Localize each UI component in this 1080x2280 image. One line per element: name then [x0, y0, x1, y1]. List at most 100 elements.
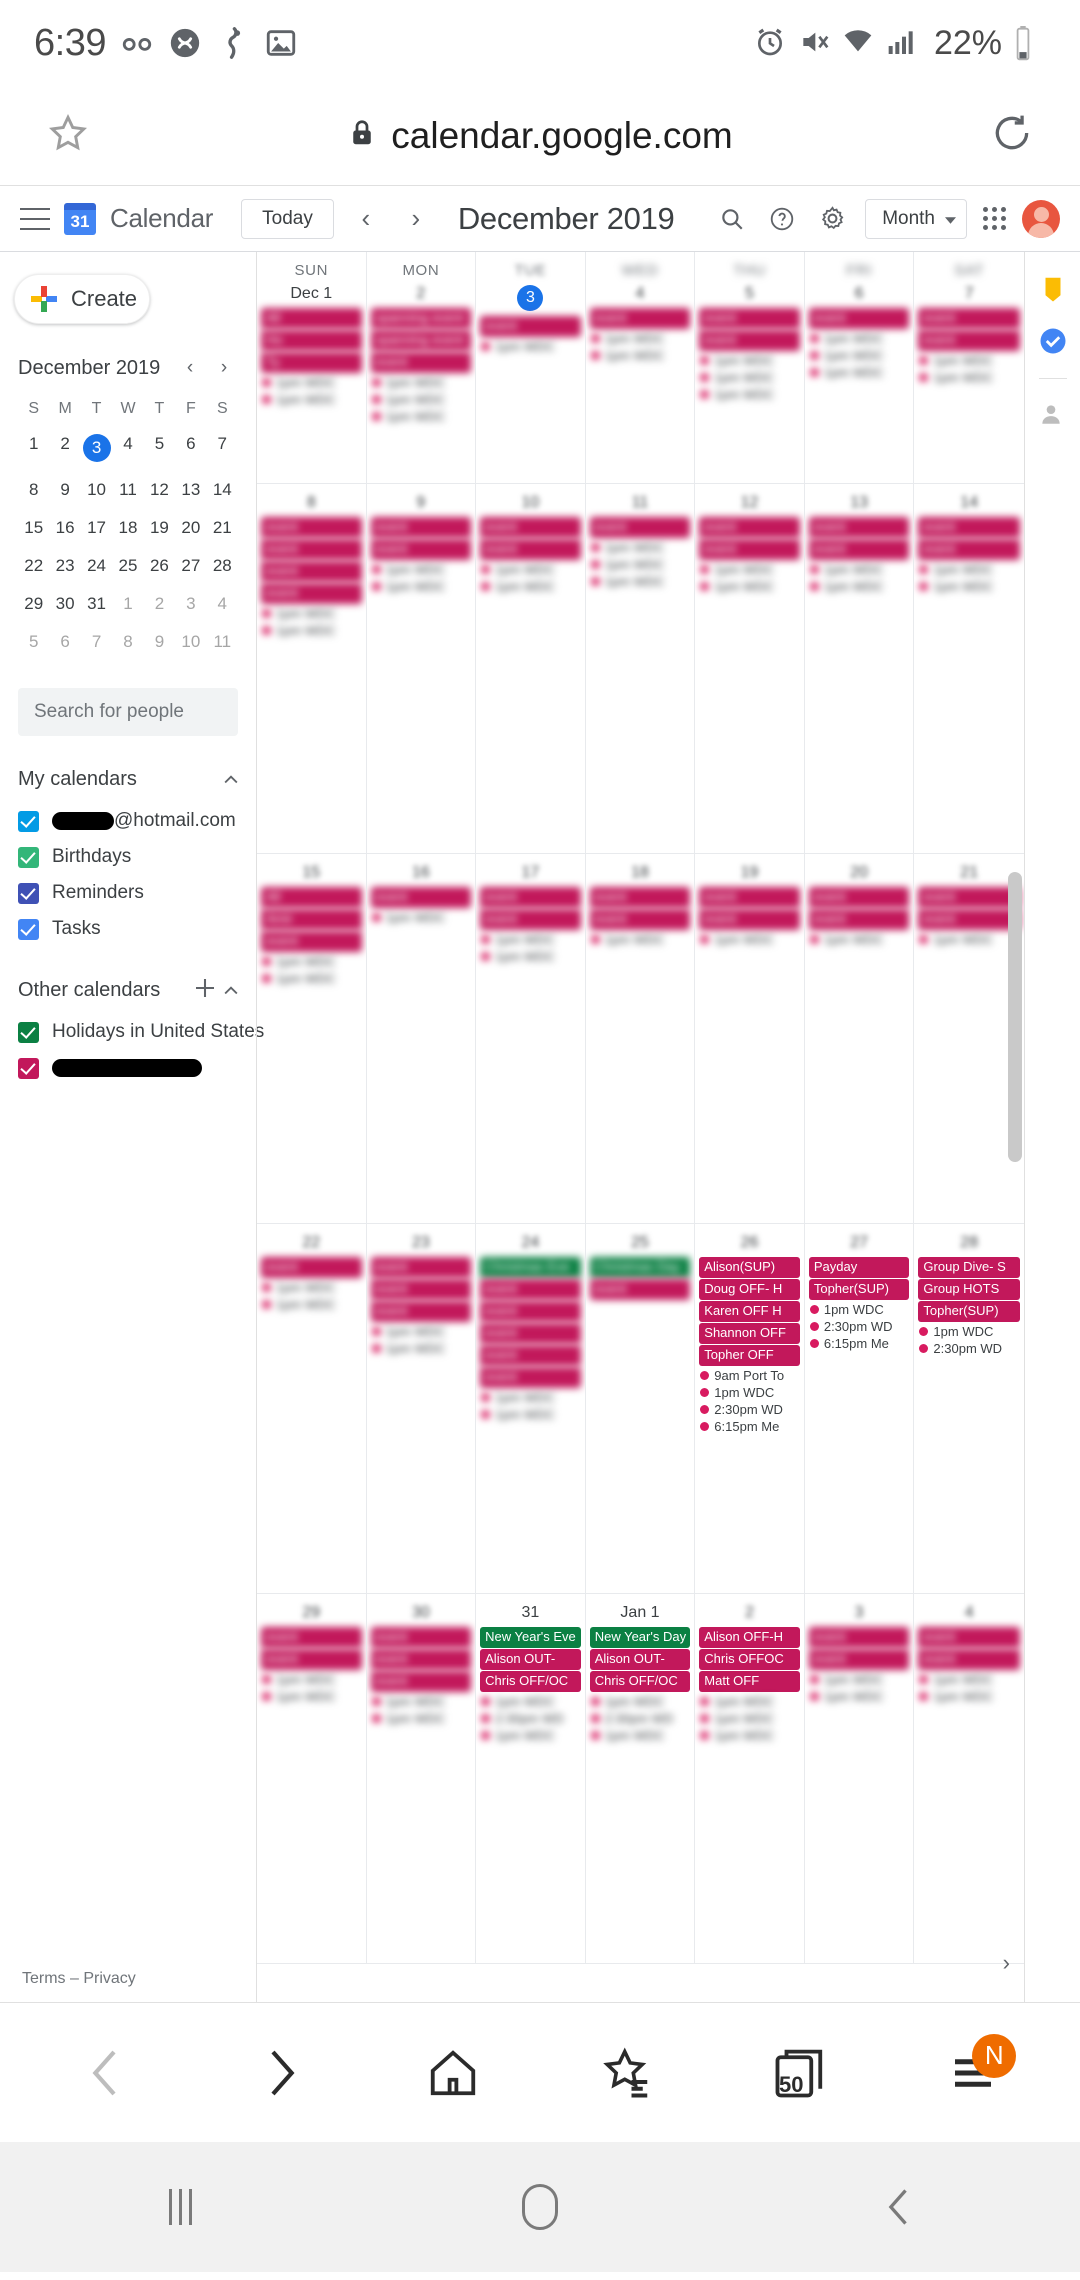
all-day-event[interactable]: event	[480, 517, 581, 538]
day-number[interactable]: 20	[805, 858, 914, 886]
calendar-checkbox[interactable]	[18, 846, 39, 868]
mini-calendar-day[interactable]: 5	[18, 626, 49, 658]
day-number[interactable]: 3	[476, 279, 585, 315]
mini-calendar-day[interactable]: 23	[49, 550, 80, 582]
timed-event[interactable]: 2:30pm WD	[809, 1319, 909, 1334]
address-bar[interactable]: calendar.google.com	[90, 115, 990, 157]
timed-event[interactable]: 2:30pm WD	[700, 1402, 799, 1417]
mini-calendar-day[interactable]: 28	[207, 550, 238, 582]
all-day-event[interactable]: Shannon OFF	[699, 1322, 800, 1344]
timed-event[interactable]: 1pm WDC	[809, 932, 909, 947]
timed-event[interactable]: 1pm WDC	[590, 348, 690, 363]
calendar-day-cell[interactable]: 15 All Amir event 1pm WDC 1pm WDC	[257, 854, 367, 1224]
timed-event[interactable]: 1pm WDC	[809, 1302, 909, 1317]
calendar-day-cell[interactable]: Jan 1 New Year's Day Alison OUT- Chris OFF/…	[585, 1594, 696, 1964]
all-day-event[interactable]: event	[370, 1300, 472, 1322]
gear-icon[interactable]	[815, 202, 849, 236]
timed-event[interactable]: 1pm WDC	[262, 1297, 361, 1312]
calendar-day-cell[interactable]: SAT 7 event event 1pm WDC 1pm WDC	[914, 252, 1024, 484]
today-button[interactable]: Today	[241, 198, 334, 239]
mini-calendar-day[interactable]: 20	[175, 512, 206, 544]
all-day-event[interactable]: event	[589, 308, 691, 329]
mini-calendar-day[interactable]: 10	[175, 626, 206, 658]
browser-menu-button[interactable]: N	[928, 2028, 1018, 2118]
timed-event[interactable]: 1pm WDC	[481, 1390, 580, 1405]
timed-event[interactable]: 1pm WDC	[481, 949, 580, 964]
timed-event[interactable]: 1pm WDC	[700, 370, 799, 385]
all-day-event[interactable]: event	[261, 582, 362, 604]
day-number[interactable]: 30	[367, 1598, 476, 1626]
day-number[interactable]: 26	[695, 1228, 804, 1256]
timed-event[interactable]: 1pm WDC	[481, 562, 580, 577]
all-day-event[interactable]: Alison(SUP)	[699, 1257, 800, 1278]
mini-calendar-day[interactable]: 22	[18, 550, 49, 582]
all-day-event[interactable]: event	[808, 517, 910, 538]
day-number[interactable]: 14	[914, 488, 1024, 516]
other-calendar-item[interactable]	[18, 1050, 238, 1086]
timed-event[interactable]: 1pm WDC	[919, 562, 1019, 577]
timed-event[interactable]: 1pm WDC	[481, 1407, 580, 1422]
timed-event[interactable]: 1pm WDC	[919, 1324, 1019, 1339]
mini-calendar-next[interactable]: ›	[210, 354, 238, 382]
timed-event[interactable]: 1pm WDC	[809, 1672, 909, 1687]
timed-event[interactable]: 1pm WDC	[481, 1694, 580, 1709]
timed-event[interactable]: 1pm WDC	[371, 409, 471, 424]
all-day-event[interactable]: event	[480, 1278, 581, 1300]
timed-event[interactable]: 1pm WDC	[700, 562, 799, 577]
day-number[interactable]: 23	[367, 1228, 476, 1256]
all-day-event[interactable]: event	[480, 887, 581, 908]
timed-event[interactable]: 1pm WDC	[371, 375, 471, 390]
calendar-day-cell[interactable]: MON 2 spanning event spanning event event 1pm…	[366, 252, 477, 484]
all-day-event[interactable]: event	[480, 1300, 581, 1322]
day-number[interactable]: Jan 1	[586, 1598, 695, 1626]
mini-calendar-day[interactable]: 5	[144, 428, 175, 468]
calendar-day-cell[interactable]: 24 Christmas Eve event event event event event…	[476, 1224, 586, 1594]
day-number[interactable]: 25	[586, 1228, 695, 1256]
calendar-day-cell[interactable]: TUE 3 event 1pm WDC	[476, 252, 586, 484]
timed-event[interactable]: 1pm WDC	[262, 375, 361, 390]
all-day-event[interactable]: Doug OFF- H	[699, 1278, 800, 1300]
calendar-day-cell[interactable]: 29 event event 1pm WDC 1pm WDC	[257, 1594, 367, 1964]
tasks-icon[interactable]	[1038, 326, 1068, 356]
chevron-up-icon[interactable]	[224, 982, 238, 1000]
plus-icon[interactable]	[196, 979, 214, 1002]
timed-event[interactable]: 1pm WDC	[371, 392, 471, 407]
back-icon[interactable]	[840, 2167, 960, 2247]
calendar-day-cell[interactable]: THU 5 event event 1pm WDC 1pm WDC 1pm WDC	[695, 252, 805, 484]
timed-event[interactable]: 1pm WDC	[919, 353, 1019, 368]
user-avatar[interactable]	[1022, 199, 1060, 238]
mini-calendar-day[interactable]: 2	[49, 428, 80, 468]
home-icon[interactable]	[480, 2167, 600, 2247]
browser-tabs-button[interactable]: 50	[755, 2028, 845, 2118]
all-day-event[interactable]: event	[808, 308, 910, 329]
other-calendar-item[interactable]: Holidays in United States	[18, 1014, 264, 1050]
mini-calendar-day[interactable]: 18	[112, 512, 143, 544]
grid-scrollbar[interactable]	[1008, 872, 1022, 1162]
mini-calendar-day[interactable]: 12	[144, 474, 175, 506]
all-day-event[interactable]: Christmas Day	[589, 1257, 691, 1278]
day-number[interactable]: 15	[257, 858, 366, 886]
mini-calendar-day[interactable]: 26	[144, 550, 175, 582]
calendar-checkbox[interactable]	[18, 1021, 39, 1043]
calendar-day-cell[interactable]: 8 event event event event 1pm WDC 1pm WDC	[257, 484, 367, 854]
all-day-event[interactable]: Alison OFF-H	[699, 1627, 800, 1648]
day-number[interactable]: 12	[695, 488, 804, 516]
mini-calendar-day[interactable]: 30	[49, 588, 80, 620]
timed-event[interactable]: 1pm WDC	[481, 339, 580, 354]
all-day-event[interactable]: event	[918, 887, 1020, 908]
all-day-event[interactable]: event	[808, 1648, 910, 1670]
timed-event[interactable]: 1pm WDC	[809, 365, 909, 380]
calendar-day-cell[interactable]: 27 Payday Topher(SUP) 1pm WDC 2:30pm WD 6:15p…	[804, 1224, 915, 1594]
mini-calendar-day[interactable]: 17	[81, 512, 112, 544]
timed-event[interactable]: 1pm WDC	[590, 540, 690, 555]
calendar-checkbox[interactable]	[18, 1057, 39, 1079]
search-people-input[interactable]: Search for people	[18, 688, 238, 736]
mini-calendar-day[interactable]: 7	[207, 428, 238, 468]
calendar-day-cell[interactable]: 31 New Year's Eve Alison OUT- Chris OFF/OC 1…	[476, 1594, 586, 1964]
timed-event[interactable]: 2:30pm WD	[919, 1341, 1019, 1356]
chevron-up-icon[interactable]	[224, 771, 238, 789]
day-number[interactable]: 2	[367, 279, 476, 307]
all-day-event[interactable]: event	[370, 538, 472, 560]
all-day-event[interactable]: event	[480, 908, 581, 930]
all-day-event[interactable]: event	[589, 1278, 691, 1300]
